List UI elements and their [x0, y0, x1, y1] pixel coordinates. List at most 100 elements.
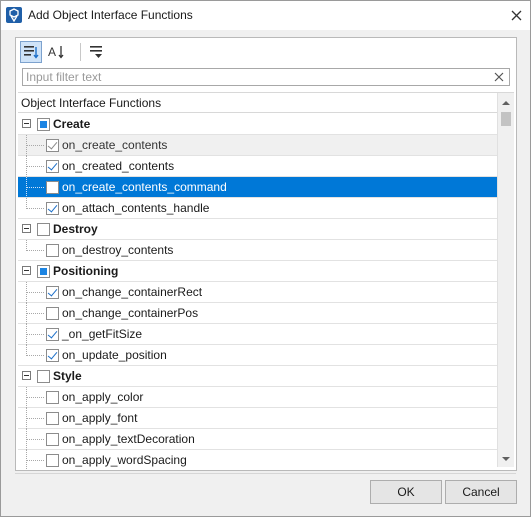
tree-branch-line [26, 334, 44, 335]
footer-divider [15, 473, 516, 474]
tree-item-row[interactable]: _on_getFitSize [18, 324, 498, 345]
tree-branch-line [26, 292, 44, 293]
tree-item-row[interactable]: on_change_containerPos [18, 303, 498, 324]
tree-item-row[interactable]: on_destroy_contents [18, 240, 498, 261]
filter-input[interactable] [26, 70, 486, 84]
window-title: Add Object Interface Functions [28, 8, 193, 22]
item-checkbox [46, 139, 59, 152]
categorized-view-button[interactable] [20, 41, 42, 63]
collapse-toggle-icon[interactable] [22, 371, 31, 380]
tree-item-row[interactable]: on_create_contents_command [18, 177, 498, 198]
toolbar: A [16, 38, 516, 66]
item-checkbox[interactable] [46, 244, 59, 257]
tree-item-row[interactable]: on_created_contents [18, 156, 498, 177]
item-checkbox[interactable] [46, 412, 59, 425]
group-checkbox[interactable] [37, 118, 50, 131]
group-checkbox[interactable] [37, 370, 50, 383]
item-label: on_attach_contents_handle [62, 201, 210, 215]
dialog-window: Add Object Interface Functions A Input f… [0, 0, 531, 517]
item-label: on_create_contents_command [62, 180, 227, 194]
scroll-down-button[interactable] [501, 453, 511, 463]
group-checkbox[interactable] [37, 223, 50, 236]
item-label: on_apply_textDecoration [62, 432, 195, 446]
tree-branch-line [26, 145, 44, 146]
group-label: Create [53, 117, 91, 131]
tree-group-row[interactable]: Positioning [18, 261, 498, 282]
chevron-down-icon [502, 457, 510, 461]
clear-icon [494, 72, 504, 82]
tree-item-row[interactable]: on_attach_contents_handle [18, 198, 498, 219]
item-checkbox[interactable] [46, 328, 59, 341]
tree-item-row[interactable]: on_apply_textDecoration [18, 429, 498, 450]
tree-column-header: Object Interface Functions [18, 93, 498, 113]
item-label: on_change_containerRect [62, 285, 203, 299]
tree-branch-line [26, 187, 44, 188]
tree-branch-line [26, 439, 44, 440]
function-tree: Object Interface Functions Create on_crea… [18, 92, 514, 469]
tree-group-row[interactable]: Create [18, 114, 498, 135]
tree-branch-line [26, 313, 44, 314]
item-label: on_apply_font [62, 411, 138, 425]
tree-item-row[interactable]: on_apply_color [18, 387, 498, 408]
sort-alphabetical-button[interactable]: A [46, 41, 68, 63]
app-logo-icon [6, 7, 22, 23]
item-checkbox[interactable] [46, 349, 59, 362]
filter-box [22, 68, 510, 86]
item-label: on_created_contents [62, 159, 175, 173]
close-button[interactable] [508, 7, 524, 23]
tree-branch-line [26, 166, 44, 167]
group-label: Destroy [53, 222, 98, 236]
item-checkbox[interactable] [46, 181, 59, 194]
collapse-toggle-icon[interactable] [22, 119, 31, 128]
close-icon [511, 10, 521, 20]
group-label: Positioning [53, 264, 119, 278]
item-label: _on_getFitSize [62, 327, 143, 341]
item-checkbox[interactable] [46, 286, 59, 299]
collapse-toggle-icon[interactable] [22, 224, 31, 233]
tree-branch-line [26, 397, 44, 398]
item-label: on_destroy_contents [62, 243, 174, 257]
scroll-thumb[interactable] [501, 112, 511, 126]
item-label: on_apply_color [62, 390, 144, 404]
collapse-toggle-icon[interactable] [22, 266, 31, 275]
item-label: on_apply_wordSpacing [62, 453, 187, 467]
item-label: on_update_position [62, 348, 167, 362]
tree-group-row[interactable]: Style [18, 366, 498, 387]
dialog-content: A Object Interface Func [15, 37, 517, 471]
item-checkbox[interactable] [46, 160, 59, 173]
cancel-button[interactable]: Cancel [445, 480, 517, 504]
scroll-up-button[interactable] [501, 97, 511, 107]
item-checkbox[interactable] [46, 454, 59, 467]
group-label: Style [53, 369, 82, 383]
item-checkbox[interactable] [46, 433, 59, 446]
tree-item-row[interactable]: on_apply_wordSpacing [18, 450, 498, 469]
title-bar[interactable]: Add Object Interface Functions [1, 1, 530, 30]
item-label: on_change_containerPos [62, 306, 199, 320]
toolbar-separator [80, 43, 81, 61]
sort-alphabetical-icon: A [48, 45, 64, 59]
tree-branch-line [26, 208, 44, 209]
vertical-scrollbar[interactable] [497, 93, 514, 467]
item-checkbox[interactable] [46, 391, 59, 404]
tree-branch-line [26, 460, 44, 461]
tree-branch-line [26, 418, 44, 419]
item-checkbox[interactable] [46, 202, 59, 215]
tree-item-row[interactable]: on_create_contents [18, 135, 498, 156]
tree-item-row[interactable]: on_update_position [18, 345, 498, 366]
svg-text:A: A [48, 45, 56, 59]
ok-button[interactable]: OK [370, 480, 442, 504]
item-checkbox[interactable] [46, 307, 59, 320]
tree-group-row[interactable]: Destroy [18, 219, 498, 240]
expand-collapse-icon [90, 46, 102, 58]
tree-rows: Create on_create_contents on_created_conte… [18, 114, 498, 469]
tree-item-row[interactable]: on_apply_font [18, 408, 498, 429]
tree-branch-line [26, 250, 44, 251]
chevron-up-icon [502, 101, 510, 105]
expand-collapse-button[interactable] [86, 41, 108, 63]
group-checkbox[interactable] [37, 265, 50, 278]
tree-item-row[interactable]: on_change_containerRect [18, 282, 498, 303]
clear-filter-button[interactable] [492, 70, 506, 84]
item-label: on_create_contents [62, 138, 168, 152]
categorized-view-icon [24, 46, 39, 59]
tree-branch-line [26, 355, 44, 356]
